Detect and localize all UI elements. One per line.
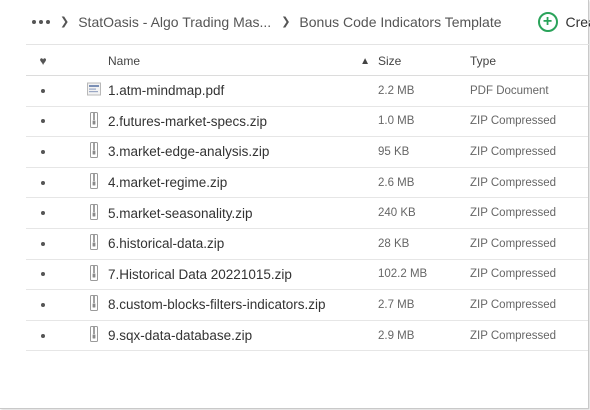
file-type: ZIP Compressed — [470, 268, 557, 281]
bullet-icon — [41, 241, 45, 246]
table-row[interactable]: 4.market-regime.zip 2.6 MB ZIP Compressed — [26, 168, 588, 199]
table-row[interactable]: 5.market-seasonality.zip 240 KB ZIP Compre… — [26, 198, 588, 229]
file-size: 28 KB — [378, 237, 410, 250]
table-row[interactable]: 3.market-edge-analysis.zip 95 KB ZIP Compr… — [26, 137, 588, 168]
heart-icon: ♥ — [39, 54, 47, 68]
bullet-icon — [41, 119, 45, 124]
table-row[interactable]: 9.sqx-data-database.zip 2.9 MB ZIP Compres… — [26, 321, 588, 352]
file-size: 2.7 MB — [378, 298, 415, 311]
file-name[interactable]: 6.historical-data.zip — [108, 236, 378, 251]
table-row[interactable]: 1.atm-mindmap.pdf 2.2 MB PDF Document — [26, 76, 588, 107]
file-name[interactable]: 9.sqx-data-database.zip — [108, 328, 378, 343]
favorite-toggle[interactable] — [26, 241, 60, 246]
file-type: ZIP Compressed — [470, 176, 557, 189]
name-column-header[interactable]: Name ▲ — [108, 54, 378, 68]
sort-ascending-icon[interactable]: ▲ — [360, 56, 370, 67]
file-type: ZIP Compressed — [470, 298, 557, 311]
name-column-label: Name — [108, 54, 141, 68]
table-row[interactable]: 6.historical-data.zip 28 KB ZIP Compressed — [26, 229, 588, 260]
file-size: 2.2 MB — [378, 84, 415, 97]
bullet-icon — [41, 149, 45, 154]
file-type: ZIP Compressed — [470, 207, 557, 220]
file-name[interactable]: 8.custom-blocks-filters-indicators.zip — [108, 297, 378, 312]
file-size: 2.9 MB — [378, 329, 415, 342]
table-row[interactable]: 2.futures-market-specs.zip 1.0 MB ZIP Comp… — [26, 107, 588, 138]
favorite-toggle[interactable] — [26, 88, 60, 93]
favorite-toggle[interactable] — [26, 272, 60, 277]
table-row[interactable]: 7.Historical Data 20221015.zip 102.2 MB ZI… — [26, 260, 588, 291]
bullet-icon — [41, 333, 45, 338]
bullet-icon — [41, 272, 45, 277]
zip-file-icon — [60, 234, 108, 253]
zip-file-icon — [60, 264, 108, 284]
zip-file-icon — [60, 173, 108, 192]
create-folder-button[interactable]: + Create fo — [537, 12, 590, 32]
file-type: ZIP Compressed — [470, 145, 557, 158]
file-type: PDF Document — [470, 84, 549, 97]
create-folder-label: Create fo — [565, 14, 590, 30]
favorite-toggle[interactable] — [26, 211, 60, 216]
file-name[interactable]: 4.market-regime.zip — [108, 175, 378, 190]
bullet-icon — [41, 211, 45, 216]
add-circle-icon: + — [537, 12, 558, 32]
bullet-icon — [41, 180, 45, 185]
zip-file-icon — [60, 111, 108, 131]
file-name[interactable]: 5.market-seasonality.zip — [108, 206, 378, 221]
file-name[interactable]: 2.futures-market-specs.zip — [108, 114, 378, 129]
chevron-right-icon: ❯ — [60, 15, 70, 28]
divider — [26, 44, 590, 45]
breadcrumb-item-current[interactable]: Bonus Code Indicators Template — [299, 14, 501, 30]
file-type: ZIP Compressed — [470, 329, 557, 342]
breadcrumb: ❯ StatOasis - Algo Trading Mas... ❯ Bonu… — [0, 0, 590, 44]
chevron-right-icon: ❯ — [281, 15, 291, 28]
more-options-icon[interactable] — [32, 20, 50, 24]
type-column-header[interactable]: Type — [470, 54, 580, 68]
bullet-icon — [41, 302, 45, 307]
favorite-toggle[interactable] — [26, 119, 60, 124]
file-list: 1.atm-mindmap.pdf 2.2 MB PDF Document 2.fut… — [26, 76, 588, 352]
size-column-header[interactable]: Size — [378, 54, 470, 68]
file-name[interactable]: 3.market-edge-analysis.zip — [108, 144, 378, 159]
favorite-toggle[interactable] — [26, 149, 60, 154]
zip-file-icon — [60, 142, 108, 161]
file-size: 95 KB — [378, 145, 410, 158]
favorite-toggle[interactable] — [26, 302, 60, 307]
file-size: 102.2 MB — [378, 268, 428, 281]
favorite-toggle[interactable] — [26, 333, 60, 338]
pdf-file-icon — [60, 81, 108, 100]
file-type: ZIP Compressed — [470, 237, 557, 250]
file-name[interactable]: 7.Historical Data 20221015.zip — [108, 267, 378, 282]
file-size: 2.6 MB — [378, 176, 415, 189]
table-row[interactable]: 8.custom-blocks-filters-indicators.zip 2.… — [26, 290, 588, 321]
favorite-toggle[interactable] — [26, 180, 60, 185]
file-name[interactable]: 1.atm-mindmap.pdf — [108, 83, 378, 98]
zip-file-icon — [60, 203, 108, 223]
file-type: ZIP Compressed — [470, 115, 557, 128]
table-header: ♥ Name ▲ Size Type — [26, 47, 588, 76]
bullet-icon — [41, 88, 45, 93]
favorites-column-header[interactable]: ♥ — [26, 54, 60, 68]
file-size: 240 KB — [378, 207, 416, 220]
zip-file-icon — [60, 295, 108, 314]
file-size: 1.0 MB — [378, 115, 415, 128]
zip-file-icon — [60, 326, 108, 345]
breadcrumb-item-parent[interactable]: StatOasis - Algo Trading Mas... — [78, 14, 271, 30]
